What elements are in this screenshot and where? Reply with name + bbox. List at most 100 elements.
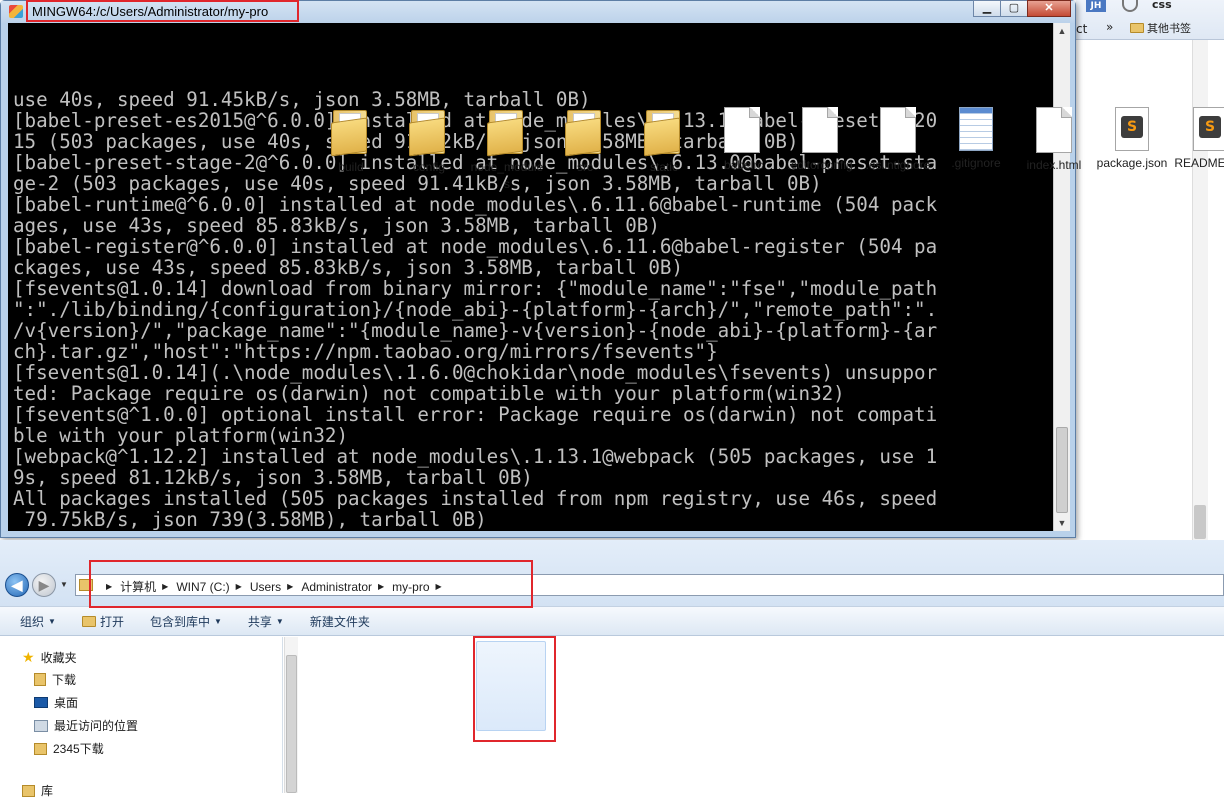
file-icon <box>802 107 838 153</box>
new-folder-label: 新建文件夹 <box>309 614 370 629</box>
folder-item[interactable]: static <box>625 107 703 176</box>
file-item[interactable]: .eslintignore <box>859 107 937 174</box>
folder-item[interactable]: src <box>546 107 624 176</box>
extension-css-icon[interactable]: css <box>1152 0 1172 11</box>
terminal-line: [fsevents@1.0.14](.\node_modules\.1.6.0@… <box>13 361 938 384</box>
node-modules-highlight-box <box>473 636 556 742</box>
terminal-titlebar[interactable]: MINGW64:/c/Users/Administrator/my-pro ▁ … <box>1 0 1075 23</box>
folder-icon <box>487 107 527 157</box>
terminal-line: [fsevents@^1.0.0] optional install error… <box>13 403 938 426</box>
folder-icon <box>565 107 605 157</box>
file-name: .gitignore <box>951 156 1001 170</box>
file-icon <box>724 107 760 153</box>
file-item[interactable]: S README.md <box>1171 107 1224 172</box>
file-item[interactable]: .babelrc <box>703 107 781 174</box>
file-item[interactable]: index.html <box>1015 107 1093 174</box>
sidebar-item-label: 2345下载 <box>53 742 104 756</box>
terminal-line: 9s, speed 81.12kB/s, json 3.58MB, tarbal… <box>13 466 533 489</box>
file-name: package.json <box>1096 156 1168 170</box>
new-folder-button[interactable]: 新建文件夹 <box>310 613 370 630</box>
folder-item[interactable]: node_modules <box>468 107 546 193</box>
dropdown-arrow-icon: ▼ <box>48 616 56 626</box>
window-controls: ▁ ▢ ✕ <box>973 0 1071 17</box>
terminal-window: MINGW64:/c/Users/Administrator/my-pro ▁ … <box>0 0 1076 538</box>
extension-jh-icon[interactable]: JH <box>1086 0 1106 12</box>
open-button[interactable]: 打开 <box>81 613 124 630</box>
terminal-line: ted: Package require os(darwin) not comp… <box>13 382 845 405</box>
file-list: build config node_modules src static .babelrc… <box>300 97 1224 253</box>
recent-places-icon <box>34 719 48 732</box>
favorites-label: 收藏夹 <box>40 651 77 665</box>
navigation-pane-scrollbar-thumb[interactable] <box>286 655 297 793</box>
sidebar-item-label: 库 <box>41 784 54 798</box>
file-item[interactable]: Spackage.json <box>1093 107 1171 172</box>
other-bookmarks-label: 其他书签 <box>1147 22 1191 35</box>
file-icon <box>880 107 916 153</box>
sidebar-item-favorites[interactable]: ★ 收藏夹 <box>22 649 77 666</box>
folder-icon <box>1130 23 1144 33</box>
terminal-line: /v{version}/","package_name":"{module_na… <box>13 319 938 342</box>
desktop-icon <box>34 697 48 708</box>
organize-label: 组织 <box>20 614 45 629</box>
minimize-button[interactable]: ▁ <box>973 0 1001 17</box>
browser-scrollbar-thumb[interactable] <box>1194 505 1206 539</box>
navigation-pane: ★ 收藏夹 下载 桌面 最近访问的位置 2345下载 库 <box>0 637 283 798</box>
sidebar-item-desktop[interactable]: 桌面 <box>34 694 78 711</box>
address-highlight-box <box>89 560 533 608</box>
terminal-line: ckages, use 43s, speed 85.83kB/s, json 3… <box>13 256 684 279</box>
dropdown-arrow-icon: ▼ <box>275 616 284 626</box>
mingw-app-icon[interactable] <box>9 5 23 18</box>
terminal-scrollbar-thumb[interactable] <box>1056 427 1068 513</box>
share-menu[interactable]: 共享 ▼ <box>248 613 284 630</box>
file-icon <box>1036 107 1072 153</box>
sidebar-item-label: 下载 <box>52 673 77 687</box>
scroll-up-icon[interactable]: ▲ <box>1054 23 1070 39</box>
folder-icon <box>644 107 684 157</box>
include-in-library-menu[interactable]: 包含到库中 ▼ <box>150 613 222 630</box>
file-item[interactable]: .editorconfig <box>781 107 859 174</box>
forward-button[interactable]: ▶ <box>32 573 56 597</box>
maximize-button[interactable]: ▢ <box>1000 0 1028 17</box>
terminal-line: All packages installed (505 packages ins… <box>13 487 938 510</box>
other-bookmarks-button[interactable]: 其他书签 <box>1130 20 1191 36</box>
folder-icon <box>34 742 47 755</box>
terminal-title: MINGW64:/c/Users/Administrator/my-pro <box>32 4 269 19</box>
dropdown-arrow-icon: ▼ <box>213 616 222 626</box>
recent-pages-dropdown[interactable]: ▼ <box>60 580 68 589</box>
file-name: .editorconfig <box>787 158 853 172</box>
folder-item[interactable]: config <box>390 107 468 176</box>
close-button[interactable]: ✕ <box>1027 0 1071 17</box>
file-item[interactable]: .gitignore <box>937 107 1015 172</box>
include-in-library-label: 包含到库中 <box>149 614 210 629</box>
file-name: .babelrc <box>720 158 764 172</box>
sidebar-item-label: 桌面 <box>54 696 79 710</box>
folder-item[interactable]: build <box>312 107 390 176</box>
file-name: config <box>412 160 446 174</box>
back-button[interactable]: ◀ <box>5 573 29 597</box>
navigation-pane-scrollbar[interactable] <box>284 637 298 793</box>
file-name: static <box>649 160 678 174</box>
sublime-file-icon: S <box>1193 107 1224 151</box>
file-name: index.html <box>1026 158 1082 172</box>
sidebar-item-libraries[interactable]: 库 <box>22 782 53 799</box>
sidebar-item-2345-downloads[interactable]: 2345下载 <box>34 740 104 757</box>
file-name: node_modules <box>470 160 544 191</box>
file-name: README.md <box>1174 156 1224 170</box>
scroll-down-icon[interactable]: ▼ <box>1054 515 1070 531</box>
star-icon: ★ <box>22 649 35 665</box>
file-name: .eslintignore <box>865 158 931 172</box>
terminal-line: 79.75kB/s, json 739(3.58MB), tarball 0B) <box>13 508 487 531</box>
file-name: src <box>577 160 593 174</box>
library-icon <box>22 784 35 797</box>
terminal-line: ble with your platform(win32) <box>13 424 349 447</box>
sidebar-item-recent[interactable]: 最近访问的位置 <box>34 717 138 734</box>
share-label: 共享 <box>247 614 272 629</box>
folder-icon <box>331 107 371 157</box>
terminal-line: [webpack@^1.12.2] installed at node_modu… <box>13 445 938 468</box>
command-bar: 组织 ▼ 打开 包含到库中 ▼ 共享 ▼ 新建文件夹 <box>0 606 1224 636</box>
sidebar-item-downloads[interactable]: 下载 <box>34 671 76 688</box>
more-bookmarks-chevron-icon[interactable]: » <box>1106 20 1113 34</box>
sidebar-item-label: 最近访问的位置 <box>54 719 139 733</box>
organize-menu[interactable]: 组织 ▼ <box>20 613 56 630</box>
open-folder-icon <box>81 615 96 627</box>
